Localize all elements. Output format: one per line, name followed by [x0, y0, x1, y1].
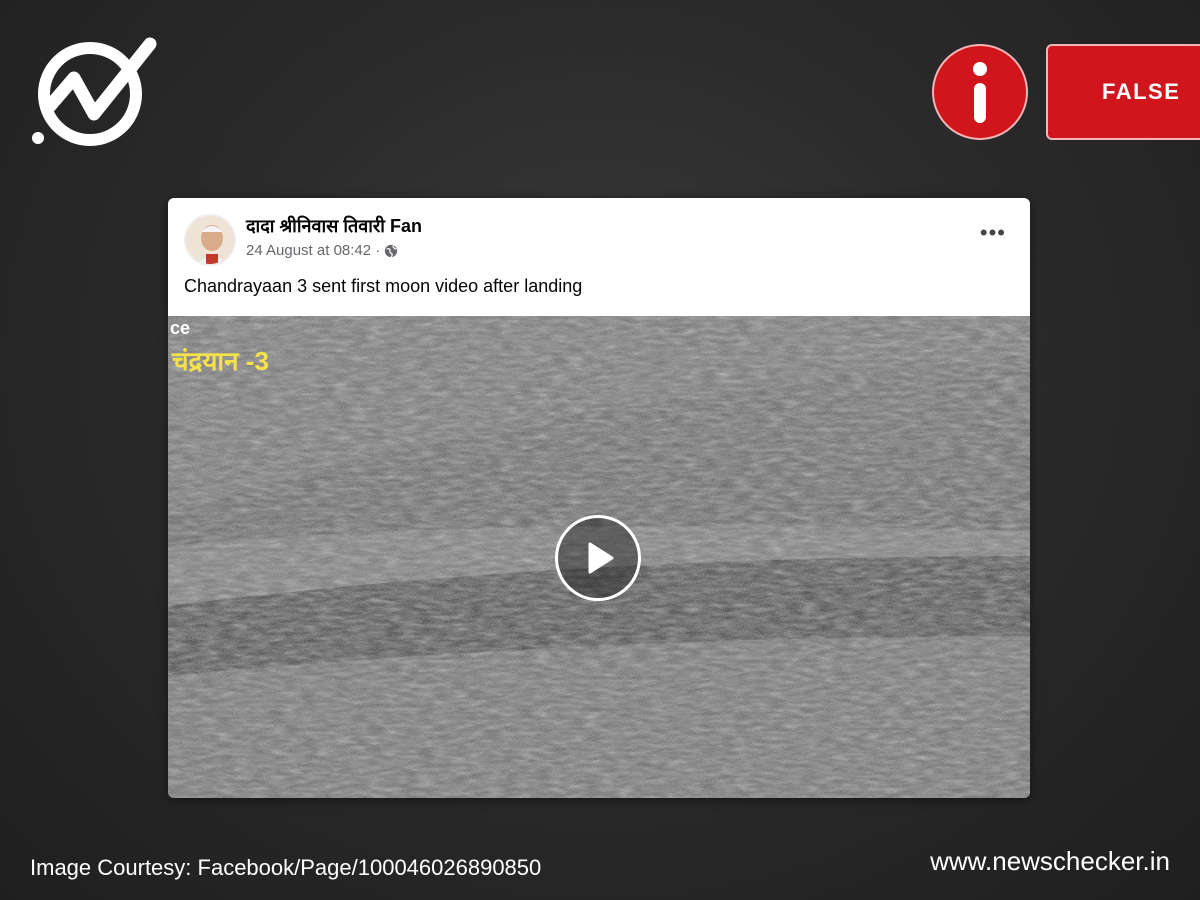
post-timestamp[interactable]: 24 August at 08:42 ·: [246, 242, 380, 259]
facebook-post-card: दादा श्रीनिवास तिवारी Fan 24 August at 0…: [168, 198, 1030, 798]
globe-icon: [385, 244, 398, 258]
post-caption: Chandrayaan 3 sent first moon video afte…: [184, 276, 583, 296]
info-icon: [932, 44, 1028, 140]
post-meta: 24 August at 08:42 ·: [246, 242, 398, 259]
verdict-false-badge: FALSE: [1046, 44, 1200, 140]
video-overlay-title: चंद्रयान -3: [172, 346, 269, 376]
play-icon: [588, 542, 614, 574]
play-button[interactable]: [555, 515, 641, 601]
site-url[interactable]: www.newschecker.in: [930, 846, 1170, 877]
post-author-name[interactable]: दादा श्रीनिवास तिवारी Fan: [246, 214, 422, 238]
video-overlay-label: ce: [170, 318, 191, 338]
image-courtesy-caption: Image Courtesy: Facebook/Page/1000460268…: [30, 855, 542, 880]
avatar[interactable]: [184, 214, 236, 266]
more-options-button[interactable]: •••: [980, 222, 1006, 244]
video-player[interactable]: ce चंद्रयान -3: [168, 316, 1030, 798]
newschecker-logo-icon: [32, 37, 157, 146]
